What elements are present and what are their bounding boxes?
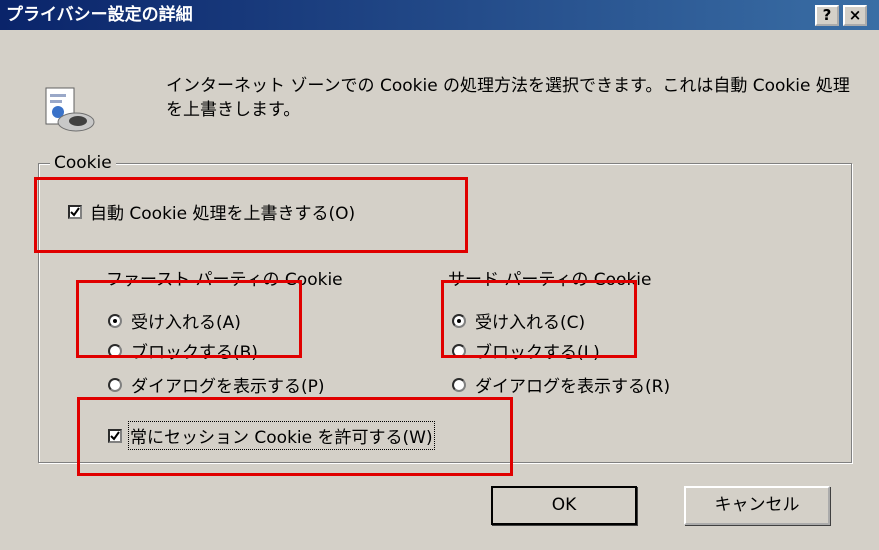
highlight-override — [34, 177, 468, 253]
cookie-group-label: Cookie — [50, 153, 116, 173]
highlight-third-party — [441, 280, 637, 358]
first-party-prompt-radio[interactable]: ダイアログを表示する(P) — [108, 372, 325, 397]
cancel-button[interactable]: キャンセル — [684, 486, 830, 525]
radio-label: ダイアログを表示する(R) — [475, 377, 671, 397]
highlight-session — [77, 397, 513, 476]
radio-circle — [108, 377, 122, 392]
description-text: インターネット ゾーンでの Cookie の処理方法を選択できます。これは自動 … — [166, 76, 850, 120]
help-button[interactable]: ? — [815, 5, 839, 26]
window-title: プライバシー設定の詳細 — [6, 5, 193, 25]
privacy-settings-icon — [45, 87, 95, 132]
ok-button[interactable]: OK — [491, 486, 637, 525]
close-button[interactable]: × — [843, 5, 867, 26]
radio-label: ダイアログを表示する(P) — [131, 377, 325, 397]
highlight-first-party — [76, 280, 302, 358]
radio-circle — [452, 377, 466, 392]
title-bar: プライバシー設定の詳細 ? × — [0, 0, 879, 30]
third-party-prompt-radio[interactable]: ダイアログを表示する(R) — [452, 372, 670, 397]
